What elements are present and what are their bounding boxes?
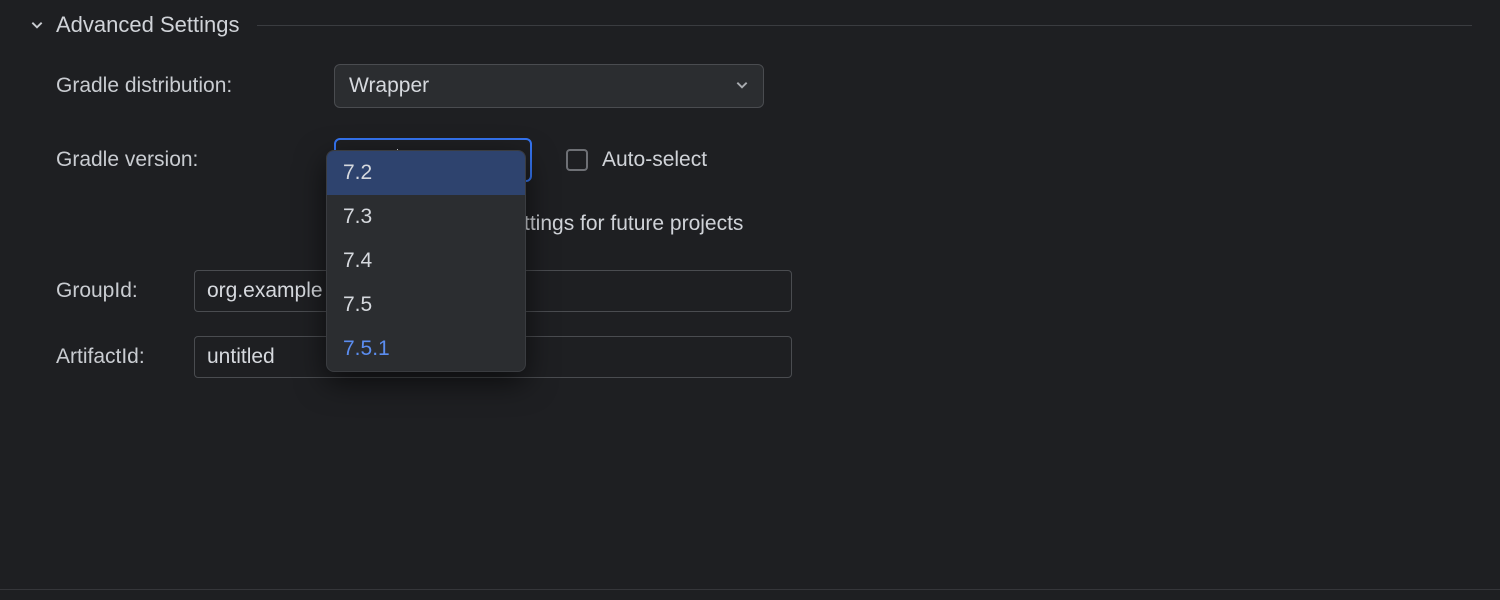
gradle-distribution-select[interactable]: Wrapper	[334, 64, 764, 108]
group-id-row: GroupId:	[56, 270, 1444, 312]
bottom-divider	[0, 589, 1500, 590]
version-option[interactable]: 7.4	[327, 239, 525, 283]
auto-select-checkbox[interactable]	[566, 149, 588, 171]
chevron-down-icon	[735, 74, 749, 98]
version-option[interactable]: 7.2	[327, 151, 525, 195]
section-divider	[257, 25, 1472, 26]
remember-settings-row: ttings for future projects	[524, 212, 1444, 236]
artifact-id-label: ArtifactId:	[56, 345, 194, 369]
gradle-version-row: Gradle version: 7.5.1 Auto-select	[56, 138, 1444, 182]
version-option[interactable]: 7.3	[327, 195, 525, 239]
section-title: Advanced Settings	[56, 12, 239, 38]
gradle-distribution-value: Wrapper	[349, 74, 429, 98]
version-option[interactable]: 7.5.1	[327, 327, 525, 371]
auto-select-label: Auto-select	[602, 148, 707, 172]
section-header: Advanced Settings	[0, 0, 1500, 46]
group-id-label: GroupId:	[56, 279, 194, 303]
gradle-version-label: Gradle version:	[56, 148, 334, 172]
gradle-distribution-row: Gradle distribution: Wrapper	[56, 64, 1444, 108]
version-option[interactable]: 7.5	[327, 283, 525, 327]
chevron-down-icon[interactable]	[28, 16, 46, 34]
gradle-version-dropdown: 7.27.37.47.57.5.1	[326, 150, 526, 372]
remember-settings-label-partial: ttings for future projects	[524, 212, 743, 236]
artifact-id-row: ArtifactId:	[56, 336, 1444, 378]
gradle-distribution-label: Gradle distribution:	[56, 74, 334, 98]
